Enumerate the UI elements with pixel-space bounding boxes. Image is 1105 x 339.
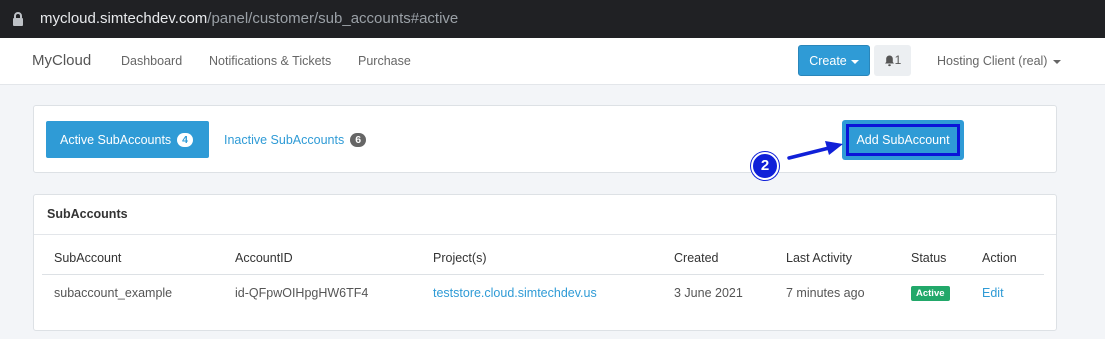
notifications-button[interactable]: 1 — [874, 45, 911, 76]
tab-active-subaccounts[interactable]: Active SubAccounts 4 — [46, 121, 209, 158]
create-button[interactable]: Create — [798, 45, 870, 76]
active-count-badge: 4 — [177, 132, 194, 147]
subaccounts-panel: SubAccounts SubAccount AccountID Project… — [33, 194, 1057, 331]
add-subaccount-button[interactable]: Add SubAccount — [842, 120, 964, 160]
column-header-subaccount: SubAccount — [42, 251, 223, 275]
subaccounts-table: SubAccount AccountID Project(s) Created … — [42, 251, 1044, 311]
cell-subaccount: subaccount_example — [54, 286, 173, 300]
column-header-projects: Project(s) — [421, 251, 662, 275]
project-link[interactable]: teststore.cloud.simtechdev.us — [433, 286, 597, 300]
nav-link-notifications-tickets[interactable]: Notifications & Tickets — [209, 54, 331, 68]
caret-down-icon — [850, 59, 859, 64]
status-badge: Active — [911, 286, 950, 301]
browser-address-bar[interactable]: mycloud.simtechdev.com/panel/customer/su… — [0, 0, 1105, 38]
url-text[interactable]: mycloud.simtechdev.com/panel/customer/su… — [40, 10, 458, 27]
user-menu[interactable]: Hosting Client (real) — [937, 54, 1062, 68]
user-label: Hosting Client (real) — [937, 54, 1048, 68]
panel-title: SubAccounts — [34, 195, 1056, 235]
tab-active-label: Active SubAccounts — [60, 132, 172, 147]
inactive-count-badge: 6 — [350, 132, 367, 147]
url-path: /panel/customer/sub_accounts#active — [207, 10, 459, 27]
tab-inactive-label: Inactive SubAccounts — [224, 132, 345, 147]
cell-account-id: id-QFpwOIHpgHW6TF4 — [235, 286, 369, 300]
table-header-row: SubAccount AccountID Project(s) Created … — [42, 251, 1044, 275]
nav-link-dashboard[interactable]: Dashboard — [121, 54, 182, 68]
tab-inactive-subaccounts[interactable]: Inactive SubAccounts 6 — [224, 121, 367, 158]
create-label: Create — [809, 54, 847, 68]
arrow-icon — [787, 141, 843, 160]
top-navbar: MyCloud Dashboard Notifications & Ticket… — [0, 38, 1105, 85]
nav-link-purchase[interactable]: Purchase — [358, 54, 411, 68]
add-subaccount-label: Add SubAccount — [846, 124, 960, 156]
notification-count: 1 — [894, 53, 902, 67]
url-host: mycloud.simtechdev.com — [40, 10, 208, 27]
brand-logo[interactable]: MyCloud — [32, 52, 91, 69]
edit-link[interactable]: Edit — [982, 286, 1004, 300]
cell-created: 3 June 2021 — [674, 286, 743, 300]
bell-icon — [884, 55, 894, 66]
subaccount-tabs-panel: Active SubAccounts 4 Inactive SubAccount… — [33, 105, 1057, 173]
table-row: subaccount_example id-QFpwOIHpgHW6TF4 te… — [42, 275, 1044, 312]
step-number-badge: 2 — [751, 152, 779, 180]
column-header-status: Status — [899, 251, 970, 275]
caret-down-icon — [1053, 59, 1062, 64]
cell-last-activity: 7 minutes ago — [786, 286, 865, 300]
column-header-last-activity: Last Activity — [774, 251, 899, 275]
column-header-accountid: AccountID — [223, 251, 421, 275]
lock-icon — [12, 11, 26, 27]
column-header-created: Created — [662, 251, 774, 275]
column-header-action: Action — [970, 251, 1044, 275]
